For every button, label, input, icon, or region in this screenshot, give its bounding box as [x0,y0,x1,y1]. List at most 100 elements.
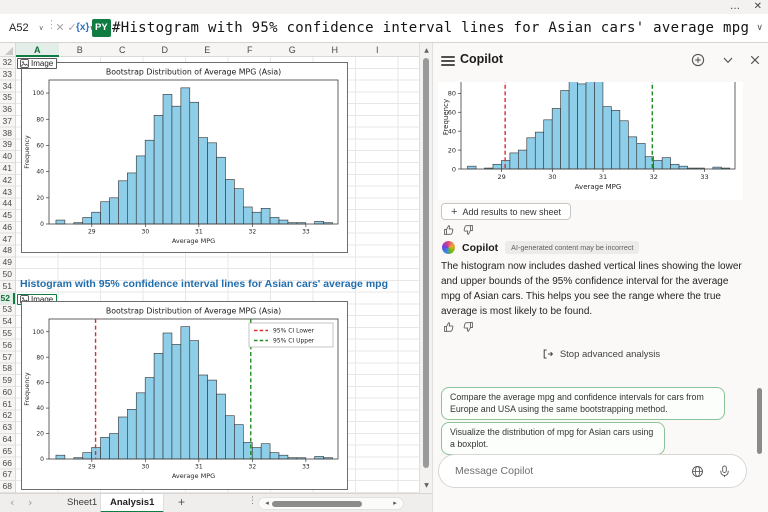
window-close-icon[interactable]: ✕ [754,0,762,14]
row-header-gutter: 3233343536373839404142434445464748495051… [0,57,16,493]
histogram-chart: 0204060801002930313233Average MPGFrequen… [438,82,743,200]
row-header-58[interactable]: 58 [0,363,15,375]
row-header-36[interactable]: 36 [0,104,15,116]
row-header-40[interactable]: 40 [0,151,15,163]
svg-text:32: 32 [249,229,257,236]
column-header-D[interactable]: D [144,43,187,57]
row-header-37[interactable]: 37 [0,116,15,128]
image-icon [20,59,29,68]
row-header-49[interactable]: 49 [0,257,15,269]
tab-overflow-grip-icon[interactable]: ⋮ [248,496,257,506]
row-header-52[interactable]: 52 [0,293,15,305]
formula-expand-chevron-icon[interactable]: ∨ [756,14,763,43]
row-header-38[interactable]: 38 [0,128,15,140]
svg-text:60: 60 [36,380,44,387]
svg-text:80: 80 [448,90,456,98]
thumbs-up-icon[interactable] [443,224,455,236]
tab-nav-left-icon[interactable]: ‹ [10,494,14,512]
embedded-chart-image-2[interactable]: 0204060801002930313233Average MPGFrequen… [21,301,348,490]
column-header-E[interactable]: E [186,43,229,57]
row-header-43[interactable]: 43 [0,187,15,199]
thumbs-down-icon[interactable] [462,321,474,333]
copilot-name: Copilot [462,242,498,254]
column-header-H[interactable]: H [314,43,357,57]
svg-text:29: 29 [497,173,505,181]
window-more-icon[interactable]: … [730,0,740,14]
row-header-47[interactable]: 47 [0,234,15,246]
message-copilot-input[interactable] [455,456,665,486]
column-header-A[interactable]: A [16,43,59,57]
row-header-65[interactable]: 65 [0,446,15,458]
svg-text:30: 30 [548,173,556,181]
copilot-result-chart[interactable]: 0204060801002930313233Average MPGFrequen… [438,82,743,200]
thumbs-up-icon[interactable] [443,321,455,333]
row-header-57[interactable]: 57 [0,352,15,364]
row-header-41[interactable]: 41 [0,163,15,175]
column-header-F[interactable]: F [229,43,272,57]
python-image-chip-row32[interactable]: Image [17,58,57,69]
row-header-64[interactable]: 64 [0,434,15,446]
svg-text:95% CI Lower: 95% CI Lower [273,328,315,335]
grid-vertical-scrollbar[interactable]: ▲ ▼ [419,43,432,493]
sheet-tab-sheet1[interactable]: Sheet1 [58,494,106,512]
copilot-pane-title: Copilot [460,52,503,66]
close-icon[interactable] [748,53,762,67]
row-header-53[interactable]: 53 [0,304,15,316]
row-header-45[interactable]: 45 [0,210,15,222]
python-mode-badge[interactable]: PY [92,19,111,37]
sheet-tab-bar: ‹ › Sheet1 Analysis1 + ⋮ ◂ ▸ [0,493,432,512]
suggestion-chip-2[interactable]: Visualize the distribution of mpg for As… [441,422,665,455]
tab-nav-right-icon[interactable]: › [28,494,32,512]
row-header-34[interactable]: 34 [0,81,15,93]
row-header-67[interactable]: 67 [0,469,15,481]
chevron-down-icon[interactable] [721,53,735,67]
row-header-39[interactable]: 39 [0,139,15,151]
row-header-42[interactable]: 42 [0,175,15,187]
scrollbar-thumb[interactable] [423,58,429,468]
menu-icon[interactable] [441,56,455,66]
select-all-corner[interactable] [0,43,16,57]
row-header-68[interactable]: 68 [0,481,15,493]
row-header-44[interactable]: 44 [0,198,15,210]
row-header-55[interactable]: 55 [0,328,15,340]
row-header-51[interactable]: 51 [0,281,15,293]
row-header-50[interactable]: 50 [0,269,15,281]
row-header-60[interactable]: 60 [0,387,15,399]
suggestion-chip-1[interactable]: Compare the average mpg and confidence i… [441,387,725,420]
row-header-48[interactable]: 48 [0,245,15,257]
row-header-62[interactable]: 62 [0,410,15,422]
microphone-icon[interactable] [718,465,731,478]
scroll-right-icon[interactable]: ▸ [389,498,401,509]
column-header-I[interactable]: I [356,43,399,57]
svg-text:Average MPG: Average MPG [172,237,215,245]
thumbs-down-icon[interactable] [462,224,474,236]
scrollbar-thumb[interactable] [272,501,362,507]
sheet-tab-analysis1[interactable]: Analysis1 [100,494,164,512]
add-sheet-button[interactable]: + [178,494,185,512]
row-header-35[interactable]: 35 [0,92,15,104]
chevron-down-icon[interactable]: ∨ [39,24,44,32]
column-header-G[interactable]: G [271,43,314,57]
row-header-33[interactable]: 33 [0,69,15,81]
row-header-46[interactable]: 46 [0,222,15,234]
row-header-56[interactable]: 56 [0,340,15,352]
formula-input[interactable]: #Histogram with 95% confidence interval … [112,14,749,43]
row-header-32[interactable]: 32 [0,57,15,69]
svg-text:30: 30 [142,229,150,236]
stop-advanced-analysis-button[interactable]: Stop advanced analysis [433,348,768,360]
globe-icon[interactable] [691,465,704,478]
add-results-button[interactable]: + Add results to new sheet [441,203,571,220]
copilot-pane-scrollbar-thumb[interactable] [757,388,762,454]
row-header-63[interactable]: 63 [0,422,15,434]
row-header-59[interactable]: 59 [0,375,15,387]
column-header-C[interactable]: C [101,43,144,57]
copilot-input-box [438,454,747,488]
row-header-54[interactable]: 54 [0,316,15,328]
svg-text:60: 60 [36,143,44,150]
row-header-66[interactable]: 66 [0,458,15,470]
embedded-chart-image-1[interactable]: 0204060801002930313233Average MPGFrequen… [21,62,348,253]
row-header-61[interactable]: 61 [0,399,15,411]
column-header-B[interactable]: B [59,43,102,57]
new-chat-icon[interactable] [691,53,705,67]
grid-horizontal-scrollbar[interactable]: ◂ ▸ [258,497,404,510]
